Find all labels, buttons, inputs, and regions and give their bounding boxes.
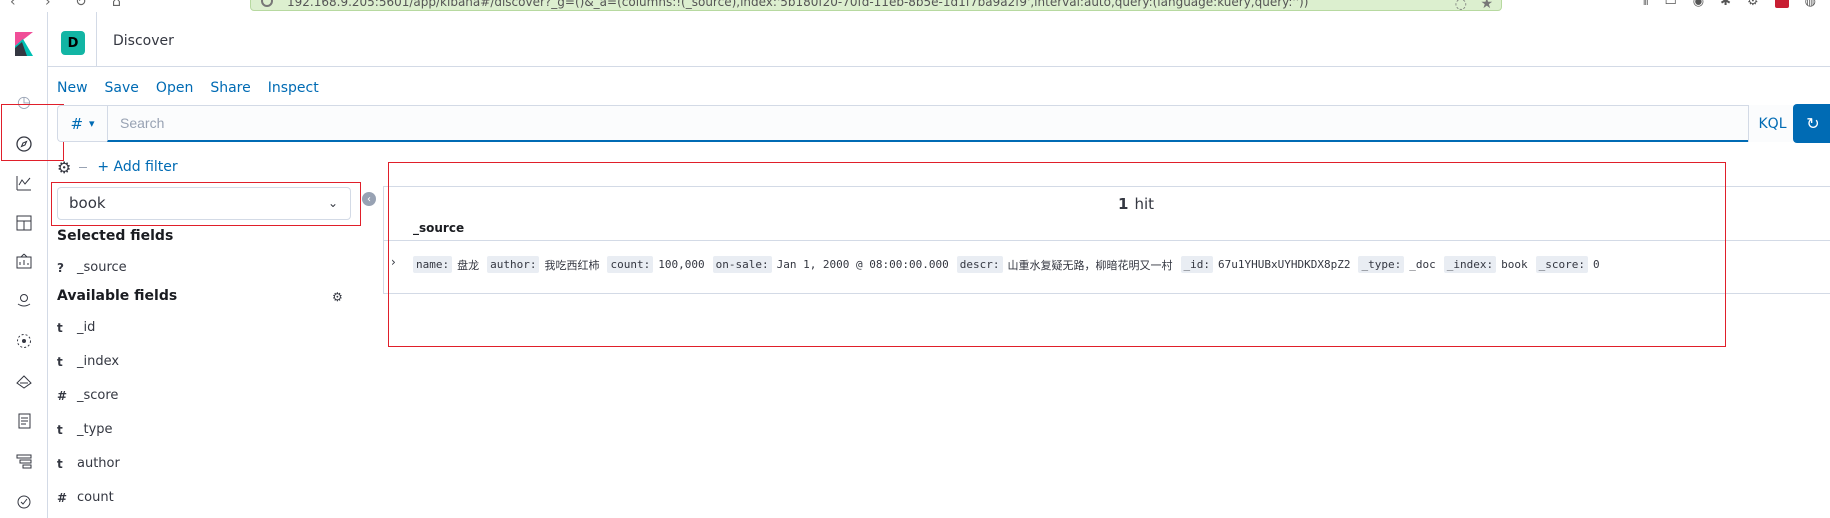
- uptime-icon[interactable]: [13, 490, 35, 512]
- field-item[interactable]: ? _source: [57, 260, 127, 275]
- extension-icon[interactable]: ◍: [1805, 0, 1816, 9]
- refresh-button[interactable]: ↻: [1793, 104, 1830, 143]
- home-icon[interactable]: ⌂: [112, 0, 121, 10]
- field-name: _score: [77, 388, 119, 403]
- results-highlight: [388, 162, 1726, 347]
- tab-icon[interactable]: ▭: [1664, 0, 1676, 9]
- apm-icon[interactable]: [13, 450, 35, 472]
- maps-icon[interactable]: [13, 289, 35, 311]
- browser-toolbar: ‹ › ↻ ⌂ 192.168.9.205:5601/app/kibana#/d…: [0, 0, 1830, 12]
- refresh-icon: ↻: [1806, 114, 1820, 133]
- top-nav-menu: New Save Open Share Inspect: [57, 80, 336, 96]
- index-pattern-highlight: [51, 182, 361, 226]
- menu-inspect[interactable]: Inspect: [268, 80, 319, 96]
- logs-icon[interactable]: [13, 410, 35, 432]
- reload-icon[interactable]: ↻: [75, 0, 87, 10]
- kibana-logo-icon[interactable]: [13, 32, 35, 56]
- query-bar: # ▾ Search KQL: [57, 105, 1797, 142]
- app-header: D Discover: [48, 12, 1830, 67]
- chevron-down-icon: ▾: [89, 117, 95, 130]
- filter-bar: ⚙ + Add filter: [57, 156, 178, 178]
- canvas-icon[interactable]: [13, 250, 35, 272]
- back-icon[interactable]: ‹: [10, 0, 16, 10]
- menu-save[interactable]: Save: [105, 80, 139, 96]
- discover-nav-highlight: [1, 104, 64, 161]
- forward-icon[interactable]: ›: [45, 0, 51, 10]
- bookmark-star-icon[interactable]: ★: [1480, 0, 1493, 10]
- field-settings-gear-icon[interactable]: ⚙: [332, 290, 343, 304]
- address-bar[interactable]: 192.168.9.205:5601/app/kibana#/discover?…: [250, 0, 1502, 11]
- field-type-icon: t: [57, 354, 63, 369]
- menu-share[interactable]: Share: [210, 80, 250, 96]
- left-nav: ◷: [0, 12, 48, 518]
- dashboard-icon[interactable]: [13, 212, 35, 234]
- field-name: _id: [77, 320, 96, 335]
- collapse-sidebar-button[interactable]: ‹: [362, 192, 376, 206]
- menu-new[interactable]: New: [57, 80, 88, 96]
- field-name: author: [77, 456, 120, 471]
- extension-icon[interactable]: ◉: [1693, 0, 1704, 9]
- address-bar-url: 192.168.9.205:5601/app/kibana#/discover?…: [287, 0, 1309, 9]
- field-item[interactable]: t _id: [57, 320, 95, 335]
- breadcrumb: Discover: [113, 33, 174, 49]
- query-type-selector[interactable]: # ▾: [57, 105, 107, 142]
- field-type-icon: t: [57, 456, 63, 471]
- field-type-icon: ?: [57, 260, 64, 275]
- field-type-icon: #: [57, 388, 68, 403]
- library-icon[interactable]: ⫴: [1643, 0, 1648, 9]
- selected-fields-title: Selected fields: [57, 228, 174, 244]
- search-input[interactable]: Search: [107, 105, 1797, 142]
- field-item[interactable]: t author: [57, 456, 120, 471]
- field-item[interactable]: t _type: [57, 422, 113, 437]
- kql-toggle[interactable]: KQL: [1748, 105, 1796, 142]
- extension-icons: ⫴ ▭ ◉ ✱ ⚙ ◍: [1643, 0, 1816, 9]
- query-type-symbol: #: [70, 114, 84, 133]
- field-name: _source: [77, 260, 127, 275]
- extension-icon[interactable]: ✱: [1720, 0, 1731, 9]
- menu-open[interactable]: Open: [156, 80, 193, 96]
- refresh-page-icon[interactable]: ◌: [1455, 0, 1467, 10]
- field-item[interactable]: # _score: [57, 388, 118, 403]
- filter-divider: [79, 166, 88, 168]
- gear-icon[interactable]: ⚙: [57, 158, 71, 177]
- infrastructure-icon[interactable]: [13, 370, 35, 392]
- field-item[interactable]: # count: [57, 490, 114, 505]
- field-type-icon: t: [57, 320, 63, 335]
- header-divider: [96, 12, 97, 67]
- field-name: _type: [77, 422, 113, 437]
- visualize-icon[interactable]: [13, 172, 35, 194]
- space-avatar[interactable]: D: [61, 31, 85, 55]
- extension-icon[interactable]: [1774, 0, 1789, 8]
- ml-icon[interactable]: [13, 330, 35, 352]
- available-fields-title: Available fields: [57, 288, 178, 304]
- field-name: _index: [77, 354, 120, 369]
- field-name: count: [77, 490, 114, 505]
- field-type-icon: #: [57, 490, 68, 505]
- extension-icon[interactable]: ⚙: [1747, 0, 1759, 9]
- add-filter-button[interactable]: + Add filter: [97, 159, 177, 175]
- field-type-icon: t: [57, 422, 63, 437]
- security-icon: [261, 0, 273, 7]
- field-item[interactable]: t _index: [57, 354, 119, 369]
